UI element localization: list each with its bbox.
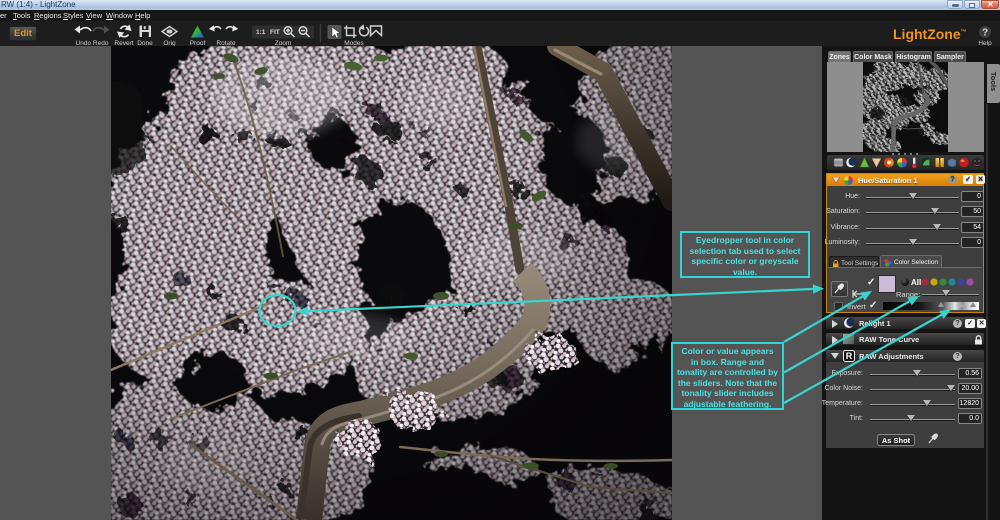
svg-text:?: ? — [982, 28, 988, 39]
svg-text:FIT: FIT — [270, 29, 280, 36]
svg-text:1:1: 1:1 — [256, 29, 266, 36]
